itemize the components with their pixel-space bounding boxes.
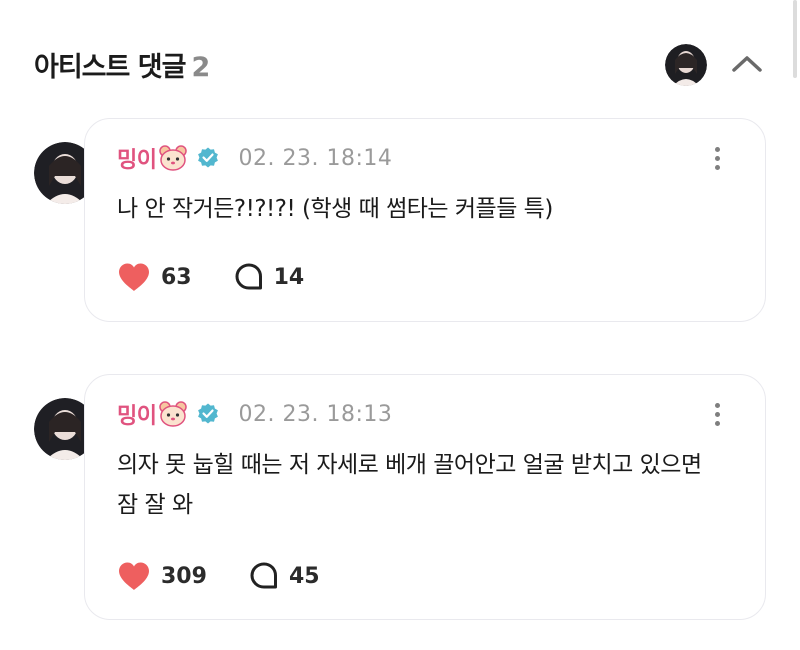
- author-name[interactable]: 밍이: [117, 398, 157, 430]
- comment-actions: 309 45: [117, 561, 362, 591]
- comment-actions: 63 14: [117, 262, 346, 292]
- collapse-button[interactable]: [729, 48, 765, 80]
- comment-card: 밍이 02. 23. 18:14 나 안 작거든?!?!?! (학생 때 썸타는…: [84, 118, 766, 322]
- section-title: 아티스트 댓글 2: [34, 45, 210, 84]
- verified-badge-icon: [196, 146, 220, 170]
- reply-count: 45: [288, 563, 320, 589]
- heart-icon: [119, 562, 149, 590]
- comment-text: 나 안 작거든?!?!?! (학생 때 썸타는 커플들 특): [117, 196, 553, 222]
- comment-count: 2: [191, 52, 210, 83]
- comment-timestamp: 02. 23. 18:13: [238, 401, 393, 427]
- like-button[interactable]: 309: [117, 561, 207, 591]
- reply-button[interactable]: 14: [234, 262, 305, 292]
- kebab-menu-icon: [714, 403, 720, 408]
- kebab-dot: [714, 421, 720, 426]
- speech-bubble-icon: [235, 263, 262, 290]
- section-title-text: 아티스트 댓글: [34, 52, 186, 83]
- comment-timestamp: 02. 23. 18:14: [238, 145, 393, 171]
- reply-button[interactable]: 45: [249, 561, 320, 591]
- chevron-up-icon: [732, 56, 762, 72]
- kebab-menu-icon: [714, 147, 720, 152]
- comment-card: 밍이 02. 23. 18:13 의자 못 눕힐 때는 저 자세로 베개 끌어안…: [84, 374, 766, 620]
- comment-meta: 밍이 02. 23. 18:13: [117, 399, 392, 429]
- like-button[interactable]: 63: [117, 262, 192, 292]
- like-count: 309: [161, 563, 207, 589]
- more-options-button[interactable]: [713, 403, 721, 429]
- heart-icon: [119, 263, 149, 291]
- hamster-face-icon: [158, 144, 188, 172]
- hamster-face-icon: [158, 400, 188, 428]
- comment-meta: 밍이 02. 23. 18:14: [117, 143, 392, 173]
- kebab-dot: [714, 412, 720, 417]
- artist-avatar[interactable]: [665, 44, 707, 86]
- kebab-dot: [714, 165, 720, 170]
- verified-badge-icon: [196, 402, 220, 426]
- comment-text: 의자 못 눕힐 때는 저 자세로 베개 끌어안고 얼굴 받치고 있으면 잠 잘 …: [117, 452, 702, 518]
- kebab-dot: [714, 156, 720, 161]
- reply-count: 14: [273, 264, 305, 290]
- scrollbar[interactable]: [793, 0, 797, 78]
- artist-avatar-image: [665, 44, 707, 86]
- more-options-button[interactable]: [713, 147, 721, 173]
- like-count: 63: [161, 264, 192, 290]
- artist-comments-header: 아티스트 댓글 2: [0, 0, 800, 130]
- author-name[interactable]: 밍이: [117, 142, 157, 174]
- speech-bubble-icon: [250, 562, 277, 589]
